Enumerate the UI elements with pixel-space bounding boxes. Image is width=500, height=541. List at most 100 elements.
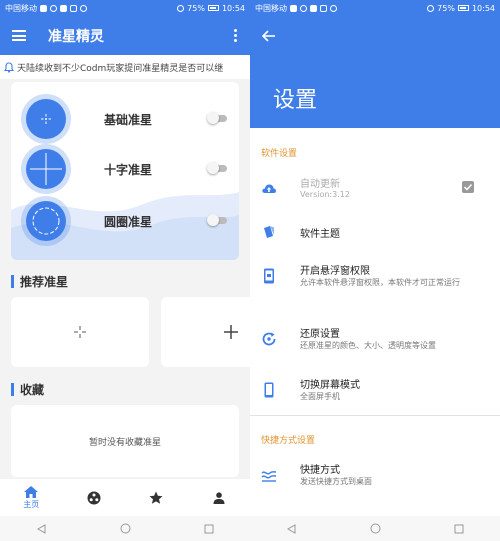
setting-shortcut[interactable]: 快捷方式 发送快捷方式到桌面 (250, 454, 500, 498)
nav-favorites[interactable] (136, 491, 176, 505)
nav-crosshair[interactable] (74, 491, 114, 505)
battery-icon (207, 5, 219, 11)
wifi-icon (300, 4, 307, 12)
setting-title: 自动更新 (300, 179, 340, 190)
favorites-empty-text: 暂时没有收藏准星 (88, 437, 161, 448)
crosshair-label: 基础准星 (104, 112, 153, 127)
setting-subtitle: Version:3.12 (300, 190, 350, 199)
time-text: 10:54 (471, 3, 495, 13)
battery-text: 75% (437, 3, 455, 13)
setting-title: 开启悬浮窗权限 (300, 266, 370, 277)
status-bar: 中国移动 75% 10:54 (0, 0, 250, 16)
cross-crosshair-preview[interactable] (21, 144, 71, 194)
setting-auto-update[interactable]: 自动更新 Version:3.12 (250, 168, 500, 212)
cross-crosshair-toggle[interactable] (207, 162, 229, 174)
crosshair-row-basic: 基础准星 (21, 94, 231, 144)
battery-icon (457, 5, 469, 11)
basic-crosshair-toggle[interactable] (207, 112, 229, 124)
back-triangle-icon[interactable] (36, 523, 47, 534)
setting-title: 软件主题 (300, 229, 340, 240)
main-screen: 中国移动 75% 10:54 准星精灵 天陆续收到不少Codm玩家提问准星精灵是… (0, 0, 250, 541)
bottom-nav: 主页 (0, 479, 250, 516)
auto-update-checkbox[interactable] (462, 181, 474, 193)
recents-square-icon[interactable] (454, 524, 464, 534)
setting-screen-mode[interactable]: 切换屏幕模式 全面屏手机 (250, 369, 500, 413)
app-bar: 准星精灵 (0, 16, 250, 55)
signal-icon (290, 4, 297, 12)
basic-crosshair-icon (41, 114, 51, 124)
setting-title: 快捷方式 (300, 465, 340, 476)
recommended-crosshair-card[interactable] (161, 297, 250, 367)
carrier-text: 中国移动 (255, 3, 287, 13)
notification-icon (80, 4, 87, 12)
crosshair-card: 基础准星 十字准星 圆圈准星 (11, 82, 239, 260)
crosshair-label: 圆圈准星 (104, 214, 153, 229)
notice-text: 天陆续收到不少Codm玩家提问准星精灵是否可以继 (17, 63, 224, 74)
setting-title: 切换屏幕模式 (300, 380, 360, 391)
person-icon (213, 491, 225, 504)
crosshair-label: 十字准星 (104, 162, 153, 177)
signal-icon (40, 4, 47, 12)
wifi-icon (50, 4, 57, 12)
section-divider (250, 415, 500, 416)
theme-icon (264, 226, 274, 238)
home-icon (24, 485, 39, 498)
notification-icon (70, 4, 77, 12)
crosshair-row-circle: 圆圈准星 (21, 196, 231, 246)
circle-crosshair-toggle[interactable] (207, 214, 229, 226)
recommended-crosshair-card[interactable] (11, 297, 149, 367)
back-arrow-icon[interactable] (262, 30, 276, 42)
favorites-section-title: 收藏 (11, 381, 44, 398)
home-circle-icon[interactable] (370, 523, 381, 534)
star-icon (149, 491, 163, 504)
alarm-icon (177, 4, 185, 12)
plus-crosshair-icon (224, 325, 238, 339)
dot-crosshair-icon (74, 326, 86, 338)
floating-window-icon (264, 268, 274, 284)
settings-screen: 中国移动 75% 10:54 设置 软件设置 自动更新 Version:3.12 (250, 0, 500, 541)
back-triangle-icon[interactable] (286, 523, 297, 534)
setting-subtitle: 允许本软件悬浮窗权限，本软件才可正常运行 (300, 278, 460, 287)
notification-icon (310, 4, 317, 12)
setting-subtitle: 发送快捷方式到桌面 (300, 477, 372, 486)
nav-profile[interactable] (199, 491, 239, 504)
nav-home[interactable]: 主页 (11, 485, 51, 510)
software-settings-section-title: 软件设置 (261, 149, 298, 159)
notification-icon (60, 4, 67, 12)
shortcut-icon (261, 471, 277, 482)
setting-subtitle: 全面屏手机 (300, 392, 340, 401)
crosshair-row-cross: 十字准星 (21, 144, 231, 194)
system-nav-bar (0, 516, 250, 541)
status-bar: 中国移动 75% 10:54 (250, 0, 500, 16)
notification-icon (330, 4, 337, 12)
notice-bar[interactable]: 天陆续收到不少Codm玩家提问准星精灵是否可以继 (0, 55, 250, 79)
battery-text: 75% (187, 3, 205, 13)
setting-restore[interactable]: 还原设置 还原准星的颜色、大小、透明度等设置 (250, 318, 500, 362)
alarm-icon (427, 4, 435, 12)
app-title: 准星精灵 (48, 28, 104, 45)
setting-theme[interactable]: 软件主题 (250, 211, 500, 255)
cross-crosshair-icon (30, 153, 62, 185)
favorites-empty-card: 暂时没有收藏准星 (11, 405, 239, 477)
shortcut-settings-section-title: 快捷方式设置 (261, 436, 316, 446)
nav-home-label: 主页 (23, 499, 40, 509)
recents-square-icon[interactable] (204, 524, 214, 534)
circle-crosshair-preview[interactable] (21, 196, 71, 246)
restore-icon (262, 332, 276, 346)
setting-floating-window[interactable]: 开启悬浮窗权限 允许本软件悬浮窗权限，本软件才可正常运行 (250, 255, 500, 299)
carrier-text: 中国移动 (5, 3, 37, 13)
bell-icon (4, 61, 14, 73)
crosshair-nav-icon (87, 491, 101, 504)
phone-screen-icon (264, 382, 274, 398)
setting-title: 还原设置 (300, 329, 340, 340)
home-circle-icon[interactable] (120, 523, 131, 534)
notification-icon (320, 4, 327, 12)
more-options-icon[interactable] (234, 29, 238, 42)
settings-header: 设置 (250, 16, 500, 128)
time-text: 10:54 (221, 3, 245, 13)
basic-crosshair-preview[interactable] (21, 94, 71, 144)
recommended-section-title: 推荐准星 (11, 273, 68, 290)
settings-title: 设置 (273, 88, 318, 113)
cloud-upload-icon (262, 184, 276, 193)
menu-icon[interactable] (12, 30, 26, 41)
